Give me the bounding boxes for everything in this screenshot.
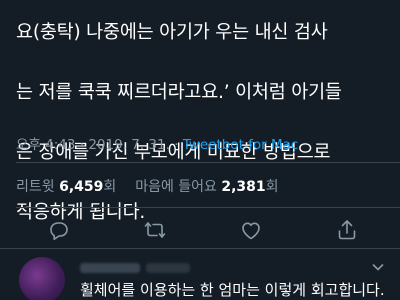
tweet-client-link[interactable]: Tweetbot for Mac [183, 137, 299, 153]
retweets-label: 리트윗 [16, 179, 55, 195]
avatar[interactable] [19, 257, 65, 300]
divider [16, 162, 400, 163]
reply-tweet[interactable]: 휠체어를 이용하는 한 엄마는 이렇게 회고합니다. [0, 249, 400, 300]
like-icon[interactable] [239, 218, 263, 242]
tweet-text-line: 요(충탁) 나중에는 아기가 우는 내신 검사 [16, 22, 328, 43]
reply-icon[interactable] [47, 218, 71, 242]
reply-text: 휠체어를 이용하는 한 엄마는 이렇게 회고합니다. [80, 281, 385, 299]
tweet-detail-screen: 요(충탁) 나중에는 아기가 우는 내신 검사 는 저를 쿡쿡 찌르더라고요.’… [0, 0, 400, 300]
likes-count: 2,381 [221, 179, 266, 195]
retweets-unit: 회 [103, 179, 117, 195]
chevron-down-icon[interactable] [370, 259, 386, 275]
tweet-actions [0, 218, 400, 244]
reply-author-handle-blurred [146, 263, 190, 273]
likes-label: 마음에 들어요 [135, 179, 217, 195]
retweet-icon[interactable] [143, 218, 167, 242]
retweets-stat[interactable]: 리트윗 6,459회 [16, 179, 121, 195]
likes-stat[interactable]: 마음에 들어요 2,381회 [135, 179, 278, 195]
likes-unit: 회 [265, 179, 279, 195]
tweet-text-line: 는 저를 쿡쿡 찌르더라고요.’ 이처럼 아기들 [16, 82, 342, 103]
tweet-timestamp: 오후 4:43 · 2019. 7. 31. · [16, 137, 183, 153]
reply-author-name-blurred [80, 263, 140, 273]
tweet-stats: 리트윗 6,459회 마음에 들어요 2,381회 [16, 176, 279, 196]
retweets-count: 6,459 [59, 179, 104, 195]
tweet-meta: 오후 4:43 · 2019. 7. 31. · Tweetbot for Ma… [16, 133, 298, 153]
share-icon[interactable] [335, 218, 359, 242]
divider [16, 207, 400, 208]
